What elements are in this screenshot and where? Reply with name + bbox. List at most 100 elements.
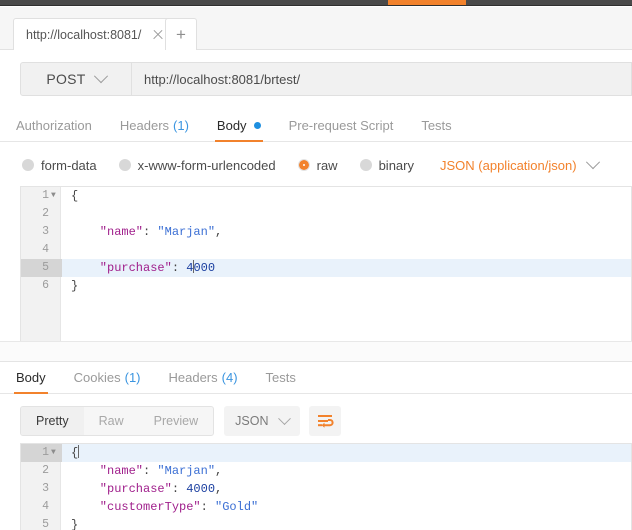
request-editor-code[interactable]: 1 ▼{2 3 "name": "Marjan", 4 5 "purchase": 40… xyxy=(21,187,631,295)
request-code-line: 5 "purchase": 4000 xyxy=(21,259,631,277)
response-view-preview[interactable]: Preview xyxy=(139,407,213,435)
response-code-line: 3 "purchase": 4000, xyxy=(21,480,631,498)
chevron-down-icon xyxy=(278,411,292,425)
code-token: "name" xyxy=(71,464,144,478)
code-token: } xyxy=(71,279,79,293)
tab-label: Cookies xyxy=(73,370,121,385)
request-code-line: 6} xyxy=(21,277,631,295)
app-top-navbar-strip xyxy=(0,0,632,6)
http-method-select[interactable]: POST xyxy=(20,62,132,96)
body-type-radio-raw[interactable]: raw xyxy=(297,157,338,173)
request-code-line: 2 xyxy=(21,205,631,223)
code-token: , xyxy=(215,464,223,478)
code-text: "name": "Marjan", xyxy=(71,462,222,480)
http-method-label: POST xyxy=(46,71,86,87)
response-editor-code[interactable]: 1 ▼{2 "name": "Marjan", 3 "purchase": 4000… xyxy=(21,444,631,530)
response-format-label: JSON xyxy=(235,414,269,428)
code-token: , xyxy=(215,225,223,239)
line-number: 4 xyxy=(42,243,49,256)
response-body-editor[interactable]: 1 ▼{2 "name": "Marjan", 3 "purchase": 4000… xyxy=(20,443,632,530)
code-text: } xyxy=(71,516,78,530)
code-token: "Gold" xyxy=(215,500,259,514)
body-type-radio-x-www-form-urlencoded[interactable]: x-www-form-urlencoded xyxy=(118,158,276,173)
body-type-radio-binary[interactable]: binary xyxy=(359,157,414,173)
body-type-radio-label: raw xyxy=(316,157,338,173)
line-number: 2 xyxy=(42,207,49,220)
fold-arrow-icon[interactable]: ▼ xyxy=(51,444,61,462)
code-token: } xyxy=(71,518,79,530)
response-toolbar: Pretty Raw Preview JSON xyxy=(20,405,620,437)
response-tab-cookies[interactable]: Cookies (1) xyxy=(72,362,143,393)
url-input[interactable]: http://localhost:8081/brtest/ xyxy=(132,62,632,96)
segment-label: Pretty xyxy=(36,414,69,428)
word-wrap-button[interactable] xyxy=(309,406,342,436)
body-type-radio-label: binary xyxy=(378,157,414,173)
segment-label: Preview xyxy=(153,414,199,428)
code-text: { xyxy=(71,187,78,205)
code-text: "purchase": 4000 xyxy=(71,259,215,277)
tab-authorization[interactable]: Authorization xyxy=(14,110,94,141)
text-cursor xyxy=(77,445,79,458)
chevron-down-icon xyxy=(585,155,600,170)
tab-label: Pre-request Script xyxy=(288,118,394,133)
line-number: 3 xyxy=(42,482,49,495)
line-number: 6 xyxy=(42,279,49,292)
response-code-line: 4 "customerType": "Gold" xyxy=(21,498,631,516)
line-number: 4 xyxy=(42,500,49,513)
tab-tests[interactable]: Tests xyxy=(419,110,453,141)
pane-splitter[interactable] xyxy=(0,341,632,362)
fold-arrow-icon[interactable]: ▼ xyxy=(51,187,61,205)
body-type-radio-label: form-data xyxy=(41,157,97,173)
segment-label: Raw xyxy=(98,414,124,428)
response-view-pretty[interactable]: Pretty xyxy=(21,407,84,435)
code-token: "Marjan" xyxy=(157,225,216,239)
request-body-editor[interactable]: 1 ▼{2 3 "name": "Marjan", 4 5 "purchase": 40… xyxy=(20,186,632,341)
radio-checked-icon xyxy=(297,159,310,171)
tab-headers[interactable]: Headers (1) xyxy=(118,110,191,141)
response-tab-headers[interactable]: Headers (4) xyxy=(167,362,240,393)
tab-label: Body xyxy=(216,118,247,133)
request-code-line: 3 "name": "Marjan", xyxy=(21,223,631,241)
tab-pre-request-script[interactable]: Pre-request Script xyxy=(287,110,396,141)
body-format-select[interactable]: JSON (application/json) xyxy=(440,155,600,173)
response-code-line: 5} xyxy=(21,516,631,530)
new-tab-button[interactable]: + xyxy=(165,18,197,50)
response-section-tabs: Body Cookies (1) Headers (4) Tests xyxy=(0,362,632,394)
tab-label: Authorization xyxy=(16,118,92,133)
request-section-tabs: Authorization Headers (1) Body Pre-request S… xyxy=(0,110,632,142)
tab-count-badge: (1) xyxy=(173,118,189,133)
tab-label: Tests xyxy=(421,118,452,133)
tab-count-badge: (4) xyxy=(221,370,238,385)
response-view-raw[interactable]: Raw xyxy=(84,407,139,435)
code-text: { xyxy=(71,444,79,462)
code-text: "name": "Marjan", xyxy=(71,223,222,241)
code-token: : xyxy=(200,500,216,514)
url-row: POST http://localhost:8081/brtest/ xyxy=(20,62,632,96)
body-type-radio-form-data[interactable]: form-data xyxy=(22,158,97,173)
response-format-select[interactable]: JSON xyxy=(224,406,301,436)
top-navbar-active-indicator xyxy=(388,0,466,5)
code-token: : xyxy=(143,225,158,239)
tab-label: Headers xyxy=(168,370,218,385)
request-code-line: 4 xyxy=(21,241,631,259)
response-view-mode-group: Pretty Raw Preview xyxy=(20,406,215,436)
code-token: 000 xyxy=(193,261,216,275)
response-tab-body[interactable]: Body xyxy=(14,362,48,394)
line-number: 5 xyxy=(42,518,49,530)
request-tab-bar: http://localhost:8081/ + xyxy=(0,7,632,50)
radio-unchecked-icon xyxy=(22,159,34,171)
radio-unchecked-icon xyxy=(118,159,131,171)
body-format-label: JSON (application/json) xyxy=(440,157,577,173)
response-tab-tests[interactable]: Tests xyxy=(264,362,298,393)
response-code-line: 2 "name": "Marjan", xyxy=(21,462,631,480)
request-code-line: 1 ▼{ xyxy=(21,187,631,205)
url-text: http://localhost:8081/brtest/ xyxy=(144,71,301,87)
close-icon[interactable] xyxy=(151,28,165,42)
tab-body[interactable]: Body xyxy=(214,110,263,142)
line-number: 3 xyxy=(42,225,49,238)
code-text: "customerType": "Gold" xyxy=(71,498,258,516)
code-token: 4000 xyxy=(186,482,216,496)
request-tab[interactable]: http://localhost:8081/ xyxy=(13,18,176,50)
tab-label: Headers xyxy=(119,118,170,133)
tab-label: Body xyxy=(16,370,46,385)
